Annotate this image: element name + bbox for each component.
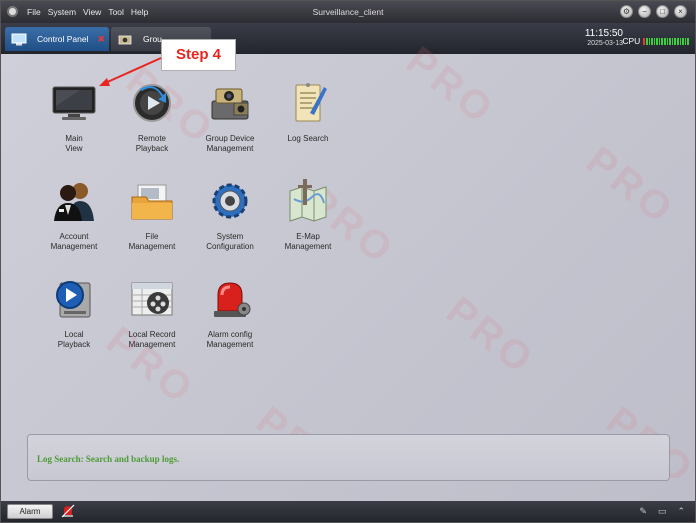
remote-playback-label-2: Playback — [135, 144, 169, 153]
local-playback-label-1: Local — [64, 330, 84, 339]
tab-control-panel-label: Control Panel — [37, 34, 89, 44]
main-view-label-1: Main — [65, 134, 83, 143]
group-device-label-2: Management — [206, 144, 254, 153]
tab-group-label: Grou — [143, 34, 162, 44]
tab-bar: Control Panel ✖ Grou 11:15:50 2025-03-13… — [1, 23, 695, 54]
monitor-icon — [52, 86, 96, 120]
settings-button[interactable]: ⚙ — [620, 5, 633, 18]
bottom-bar: Alarm ✎ ▭ ⌃ — [1, 501, 695, 522]
restore-icon[interactable]: ▭ — [658, 506, 667, 517]
local-record-label-1: Local Record — [128, 330, 176, 339]
account-label-1: Account — [59, 232, 89, 241]
watermark: PRO — [578, 138, 684, 234]
local-playback-icon — [56, 281, 91, 318]
local-playback-label-2: Playback — [57, 340, 91, 349]
local-record-label-2: Management — [128, 340, 176, 349]
group-device-management-button[interactable]: Group Device Management — [191, 81, 269, 154]
account-label-2: Management — [50, 242, 98, 251]
alarm-light-icon — [214, 282, 251, 317]
collapse-icon[interactable]: ⌃ — [677, 506, 685, 517]
system-config-label-2: Configuration — [206, 242, 254, 251]
minimize-button[interactable]: − — [638, 5, 651, 18]
alarm-config-label-2: Management — [206, 340, 254, 349]
account-icon — [54, 183, 94, 221]
app-window: File System View Tool Help Surveillance_… — [0, 0, 696, 523]
main-view-button[interactable]: Main View — [35, 81, 113, 154]
clock: 11:15:50 2025-03-13 — [585, 28, 623, 48]
log-search-button[interactable]: Log Search — [269, 81, 347, 144]
log-search-icon — [295, 83, 327, 122]
local-playback-button[interactable]: Local Playback — [35, 277, 113, 350]
emap-label-2: Management — [284, 242, 332, 251]
close-button[interactable]: × — [674, 5, 687, 18]
log-search-label-1: Log Search — [287, 134, 329, 143]
cpu-bar — [643, 37, 689, 45]
clock-time: 11:15:50 — [584, 28, 623, 39]
description-panel: Log Search: Search and backup logs. — [27, 434, 670, 481]
emap-label-1: E-Map — [296, 232, 320, 241]
remote-playback-label-1: Remote — [137, 134, 166, 143]
monitor-tab-icon — [11, 33, 27, 45]
maximize-button[interactable]: □ — [656, 5, 669, 18]
folder-icon — [131, 184, 173, 220]
close-icon[interactable]: ✖ — [98, 34, 106, 45]
tab-control-panel[interactable]: Control Panel ✖ — [5, 27, 109, 51]
system-configuration-button[interactable]: System Configuration — [191, 179, 269, 252]
alarm-bell-icon[interactable] — [61, 504, 75, 518]
file-label-2: Management — [128, 242, 176, 251]
watermark: PRO — [438, 288, 544, 384]
window-controls: ⚙ − □ × — [620, 5, 687, 18]
clock-date: 2025-03-13 — [587, 40, 623, 47]
group-device-label-1: Group Device — [205, 134, 255, 143]
alarm-button[interactable]: Alarm — [7, 504, 53, 519]
device-tab-icon — [118, 35, 132, 44]
bottom-controls: ✎ ▭ ⌃ — [639, 506, 685, 517]
film-icon — [131, 282, 173, 316]
remote-playback-button[interactable]: Remote Playback — [113, 81, 191, 154]
main-view-label-2: View — [65, 144, 83, 153]
pin-icon[interactable]: ✎ — [639, 506, 647, 517]
map-icon — [289, 179, 327, 222]
emap-management-button[interactable]: E-Map Management — [269, 179, 347, 252]
title-bar: File System View Tool Help Surveillance_… — [1, 1, 695, 23]
local-record-management-button[interactable]: Local Record Management — [113, 277, 191, 350]
account-management-button[interactable]: Account Management — [35, 179, 113, 252]
alarm-config-label-1: Alarm config — [207, 330, 253, 339]
control-panel-workspace: PRO PRO PRO PRO PRO PRO PRO PRO Main Vie… — [1, 38, 695, 501]
alarm-config-management-button[interactable]: Alarm config Management — [191, 277, 269, 350]
description-text: Log Search: Search and backup logs. — [37, 454, 180, 464]
group-device-icon — [211, 88, 249, 120]
file-management-button[interactable]: File Management — [113, 179, 191, 252]
system-config-label-1: System — [216, 232, 244, 241]
cpu-label: CPU — [622, 36, 641, 46]
gear-icon — [212, 183, 248, 219]
cpu-meter: CPU — [622, 36, 689, 46]
annotation-arrow-icon — [99, 57, 162, 86]
window-title: Surveillance_client — [312, 7, 384, 17]
file-label-1: File — [145, 232, 159, 241]
